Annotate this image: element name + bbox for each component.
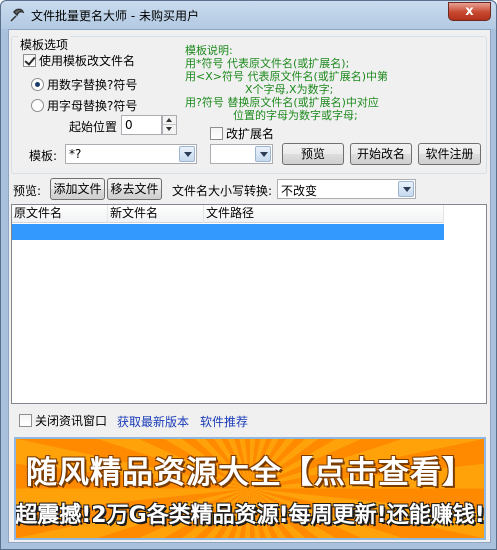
ad-banner[interactable]: 随风精品资源大全【点击查看】 超震撼!2万G各类精品资源!每周更新!还能赚钱! xyxy=(14,437,486,540)
client-area: 模板选项 使用模板改文件名 用数字替换?符号 用字母替换?符号 起始位置 0 模… xyxy=(8,29,491,543)
template-label: 模板: xyxy=(29,149,58,163)
change-ext-check-icon[interactable] xyxy=(210,127,223,140)
help-line: 位置的字母为数字或字母; xyxy=(233,109,358,122)
get-latest-link[interactable]: 获取最新版本 xyxy=(117,413,189,430)
radio-digit-icon[interactable] xyxy=(31,78,44,91)
case-conversion-label: 文件名大小写转换: xyxy=(172,184,273,198)
change-extension-checkbox[interactable]: 改扩展名 xyxy=(210,125,274,142)
start-position-input[interactable]: 0 xyxy=(121,115,162,135)
template-help: 模板说明: 用*符号 代表原文件名(或扩展名); 用<X>符号 代表原文件名(或… xyxy=(185,44,388,122)
close-info-checkbox[interactable]: 关闭资讯窗口 xyxy=(19,412,107,429)
add-files-button[interactable]: 添加文件 xyxy=(50,178,105,200)
preview-label: 预览: xyxy=(13,184,42,198)
change-ext-label: 改扩展名 xyxy=(226,127,275,141)
file-list[interactable]: 原文件名 新文件名 文件路径 xyxy=(11,204,487,404)
group-title: 模板选项 xyxy=(18,36,71,53)
close-info-label: 关闭资讯窗口 xyxy=(35,414,108,428)
table-row[interactable] xyxy=(12,224,444,240)
column-new-name[interactable]: 新文件名 xyxy=(108,205,204,223)
preview-button[interactable]: 预览 xyxy=(282,143,344,165)
spin-up-icon[interactable] xyxy=(163,116,176,125)
spin-down-icon[interactable] xyxy=(163,125,176,134)
help-line: 用*符号 代表原文件名(或扩展名); xyxy=(185,57,350,70)
list-header: 原文件名 新文件名 文件路径 xyxy=(12,205,444,223)
start-position-spinner[interactable] xyxy=(162,115,177,135)
start-rename-button[interactable]: 开始改名 xyxy=(350,143,412,165)
use-template-label: 使用模板改文件名 xyxy=(39,54,136,68)
help-line: 用<X>符号 代表原文件名(或扩展名)中第 xyxy=(185,70,389,83)
template-combobox[interactable]: *? xyxy=(65,144,197,164)
extension-combobox[interactable] xyxy=(210,144,273,164)
chevron-down-icon[interactable] xyxy=(398,181,414,197)
title-bar[interactable]: 文件批量更名大师 - 未购买用户 x xyxy=(1,1,496,29)
template-value: *? xyxy=(69,147,82,161)
case-conversion-value: 不改变 xyxy=(281,184,318,198)
app-icon xyxy=(10,8,25,22)
app-window: 文件批量更名大师 - 未购买用户 x 模板选项 使用模板改文件名 用数字替换?符… xyxy=(0,0,497,550)
replace-digit-label: 用数字替换?符号 xyxy=(47,78,138,92)
register-button[interactable]: 软件注册 xyxy=(418,143,481,165)
use-template-check-icon[interactable] xyxy=(23,54,36,67)
help-line: 用?符号 替换原文件名(或扩展名)中对应 xyxy=(185,96,379,109)
column-file-path[interactable]: 文件路径 xyxy=(204,205,444,223)
help-line: X个字母,X为数字; xyxy=(245,83,334,96)
replace-digit-radio[interactable]: 用数字替换?符号 xyxy=(31,76,137,93)
close-button[interactable]: x xyxy=(448,2,491,21)
column-original-name[interactable]: 原文件名 xyxy=(12,205,108,223)
recommend-link[interactable]: 软件推荐 xyxy=(200,413,248,430)
replace-letter-radio[interactable]: 用字母替换?符号 xyxy=(31,97,137,114)
remove-files-button[interactable]: 移去文件 xyxy=(107,178,162,200)
window-title: 文件批量更名大师 - 未购买用户 xyxy=(31,9,199,23)
use-template-checkbox[interactable]: 使用模板改文件名 xyxy=(23,52,135,69)
replace-letter-label: 用字母替换?符号 xyxy=(47,99,138,113)
radio-letter-icon[interactable] xyxy=(31,99,44,112)
start-position-label: 起始位置 xyxy=(69,120,118,134)
chevron-down-icon[interactable] xyxy=(179,146,195,162)
case-conversion-combobox[interactable]: 不改变 xyxy=(277,179,416,199)
chevron-down-icon[interactable] xyxy=(255,146,271,162)
help-title: 模板说明: xyxy=(185,44,233,57)
banner-frame xyxy=(14,437,486,540)
close-info-check-icon[interactable] xyxy=(19,414,32,427)
